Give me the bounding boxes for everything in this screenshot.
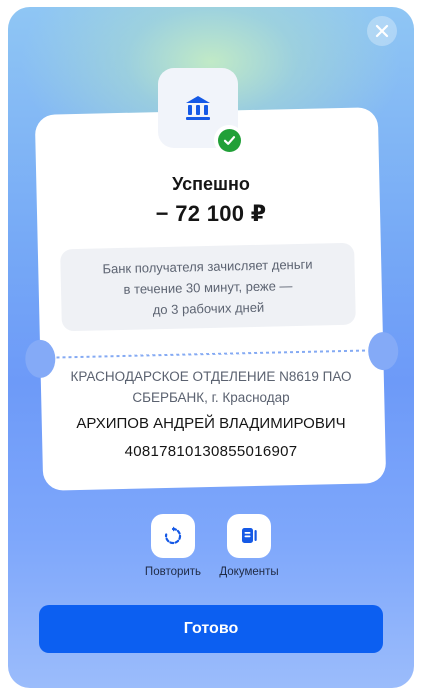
done-button[interactable]: Готово [39, 605, 383, 653]
receipt-notch-right [367, 331, 399, 371]
receipt-tear-line [56, 349, 368, 359]
close-button[interactable] [367, 16, 397, 46]
info-notice: Банк получателя зачисляет деньги в течен… [60, 242, 356, 332]
repeat-icon [164, 526, 182, 545]
checkmark-icon [223, 135, 235, 145]
documents-label: Документы [219, 566, 279, 578]
success-badge [214, 125, 244, 155]
repeat-button[interactable] [151, 514, 195, 558]
recipient-name: АРХИПОВ АНДРЕЙ ВЛАДИМИРОВИЧ [76, 415, 346, 432]
status-title: Успешно [172, 174, 250, 194]
documents-button[interactable] [227, 514, 271, 558]
recipient-account: 40817810130855016907 [124, 443, 298, 460]
close-icon [375, 24, 389, 38]
bank-icon [186, 96, 210, 120]
recipient-bank: КРАСНОДАРСКОЕ ОТДЕЛЕНИЕ N8619 ПАО СБЕРБА… [70, 369, 352, 405]
documents-icon [242, 528, 257, 543]
payment-amount: − 72 100 ₽ [155, 201, 267, 226]
